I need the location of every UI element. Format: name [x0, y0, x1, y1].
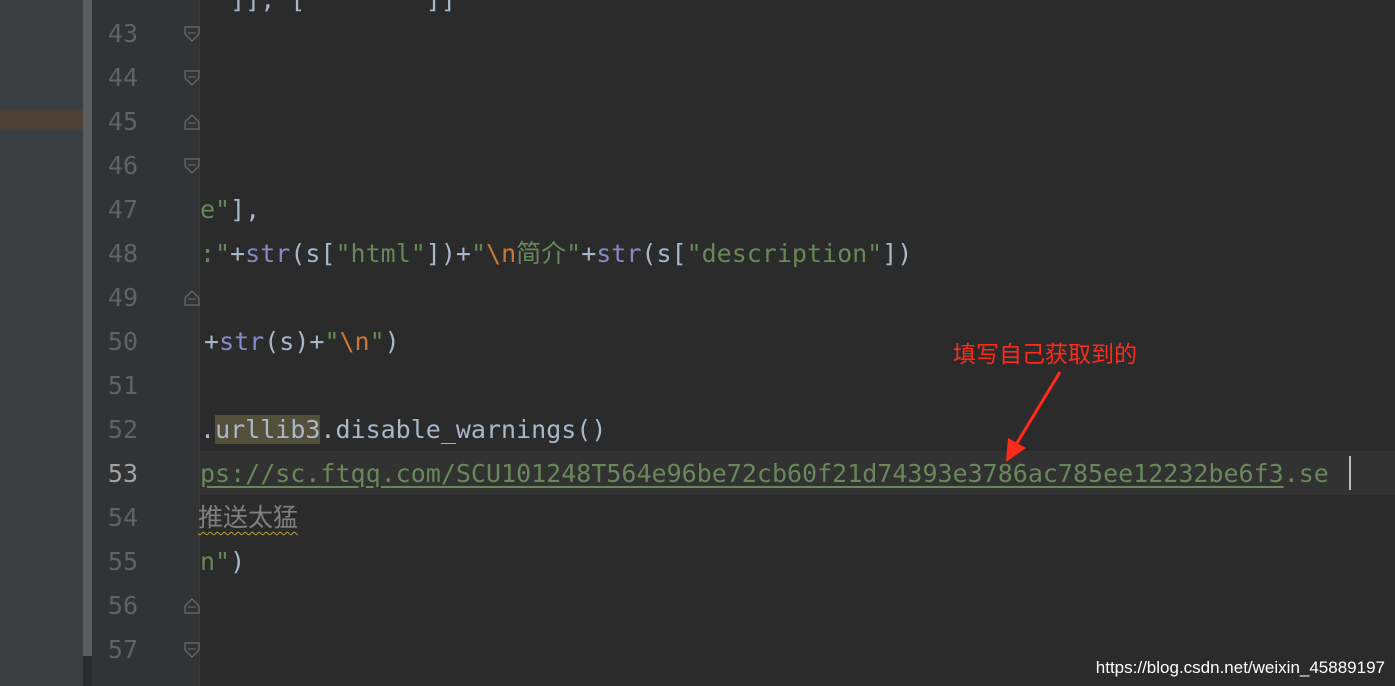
panel-scrollbar[interactable]: [83, 0, 92, 656]
fold-marker-icon[interactable]: [184, 114, 200, 130]
line-number: 44: [107, 63, 138, 92]
line-number: 49: [107, 283, 138, 312]
line-number: 46: [107, 151, 138, 180]
comment-text: 推送太猛: [198, 503, 299, 532]
code-line-47[interactable]: e"],: [200, 188, 260, 232]
line-number: 48: [107, 239, 138, 268]
fold-marker-icon[interactable]: [184, 642, 200, 658]
code-line-42-fragment: ]], [ ]]: [200, 0, 456, 22]
line-number: 56: [107, 591, 138, 620]
fold-marker-icon[interactable]: [184, 26, 200, 42]
watermark: https://blog.csdn.net/weixin_45889197: [1095, 658, 1385, 677]
line-number-current: 53: [107, 459, 138, 488]
line-number: 57: [107, 635, 138, 664]
code-line-48[interactable]: :"+str(s["html"])+"\n简介"+str(s["descript…: [200, 232, 912, 276]
fold-marker-icon[interactable]: [184, 290, 200, 306]
fold-marker-icon[interactable]: [184, 158, 200, 174]
line-number: 55: [107, 547, 138, 576]
line-number: 45: [107, 107, 138, 136]
project-panel-edge: [0, 0, 83, 686]
highlighted-identifier: urllib3: [215, 415, 321, 444]
code-line-54[interactable]: 推送太猛: [198, 496, 298, 540]
code-line-55[interactable]: n"): [200, 540, 245, 584]
line-number: 51: [107, 371, 138, 400]
line-number: 52: [107, 415, 138, 444]
annotation-label: 填写自己获取到的: [953, 342, 1137, 368]
fold-marker-icon[interactable]: [184, 598, 200, 614]
line-number: 47: [107, 195, 138, 224]
annotation-arrow-icon: [1000, 368, 1070, 472]
code-line-52[interactable]: .urllib3.disable_warnings(): [200, 408, 606, 452]
code-line-50[interactable]: +str(s)+"\n"): [204, 320, 400, 364]
code-line-53[interactable]: ps://sc.ftqq.com/SCU101248T564e96be72cb6…: [200, 452, 1329, 496]
text-caret: [1349, 456, 1351, 490]
panel-selection-marker: [0, 110, 91, 130]
line-number: 54: [107, 503, 138, 532]
fold-marker-icon[interactable]: [184, 70, 200, 86]
line-number: 43: [107, 19, 138, 48]
url-string[interactable]: ps://sc.ftqq.com/SCU101248T564e96be72cb6…: [200, 459, 1284, 488]
line-number: 50: [107, 327, 138, 356]
